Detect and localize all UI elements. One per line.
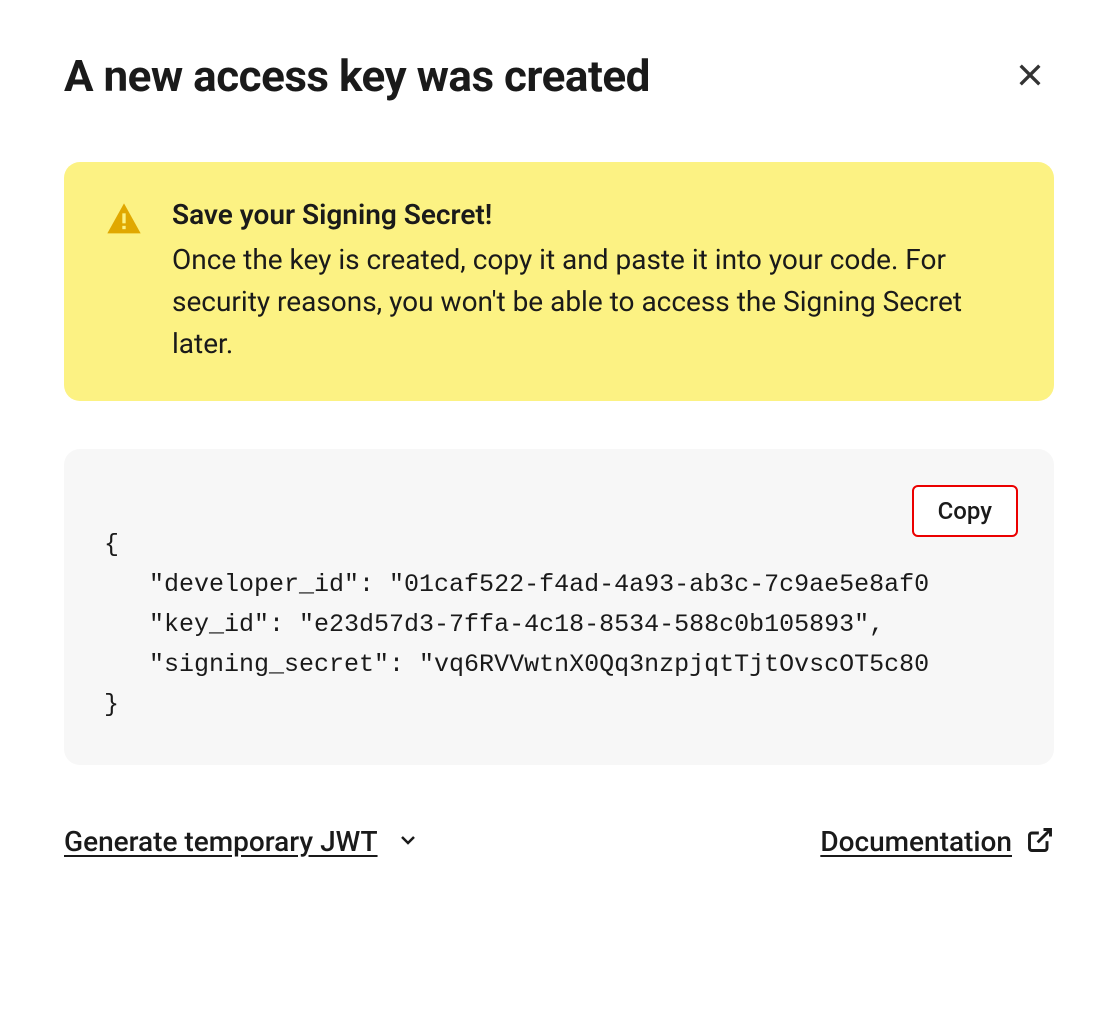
modal-title: A new access key was created: [64, 50, 650, 102]
footer-links: Generate temporary JWT Documentation: [64, 825, 1054, 858]
alert-title: Save your Signing Secret!: [172, 198, 1014, 231]
warning-alert: Save your Signing Secret! Once the key i…: [64, 162, 1054, 401]
access-key-modal: A new access key was created Save your S…: [0, 0, 1118, 908]
alert-content: Save your Signing Secret! Once the key i…: [172, 198, 1014, 365]
doc-link-label: Documentation: [820, 825, 1012, 858]
modal-header: A new access key was created: [64, 50, 1054, 102]
alert-text: Once the key is created, copy it and pas…: [172, 239, 1014, 365]
copy-button[interactable]: Copy: [912, 485, 1018, 537]
jwt-link-label: Generate temporary JWT: [64, 825, 378, 858]
close-button[interactable]: [1006, 51, 1054, 102]
code-content[interactable]: { "developer_id": "01caf522-f4ad-4a93-ab…: [104, 525, 1014, 725]
external-link-icon: [1026, 826, 1054, 858]
warning-icon: [104, 200, 144, 365]
code-block: Copy { "developer_id": "01caf522-f4ad-4a…: [64, 449, 1054, 765]
chevron-down-icon: [396, 828, 420, 856]
close-icon: [1014, 59, 1046, 94]
generate-jwt-link[interactable]: Generate temporary JWT: [64, 825, 420, 858]
documentation-link[interactable]: Documentation: [820, 825, 1054, 858]
